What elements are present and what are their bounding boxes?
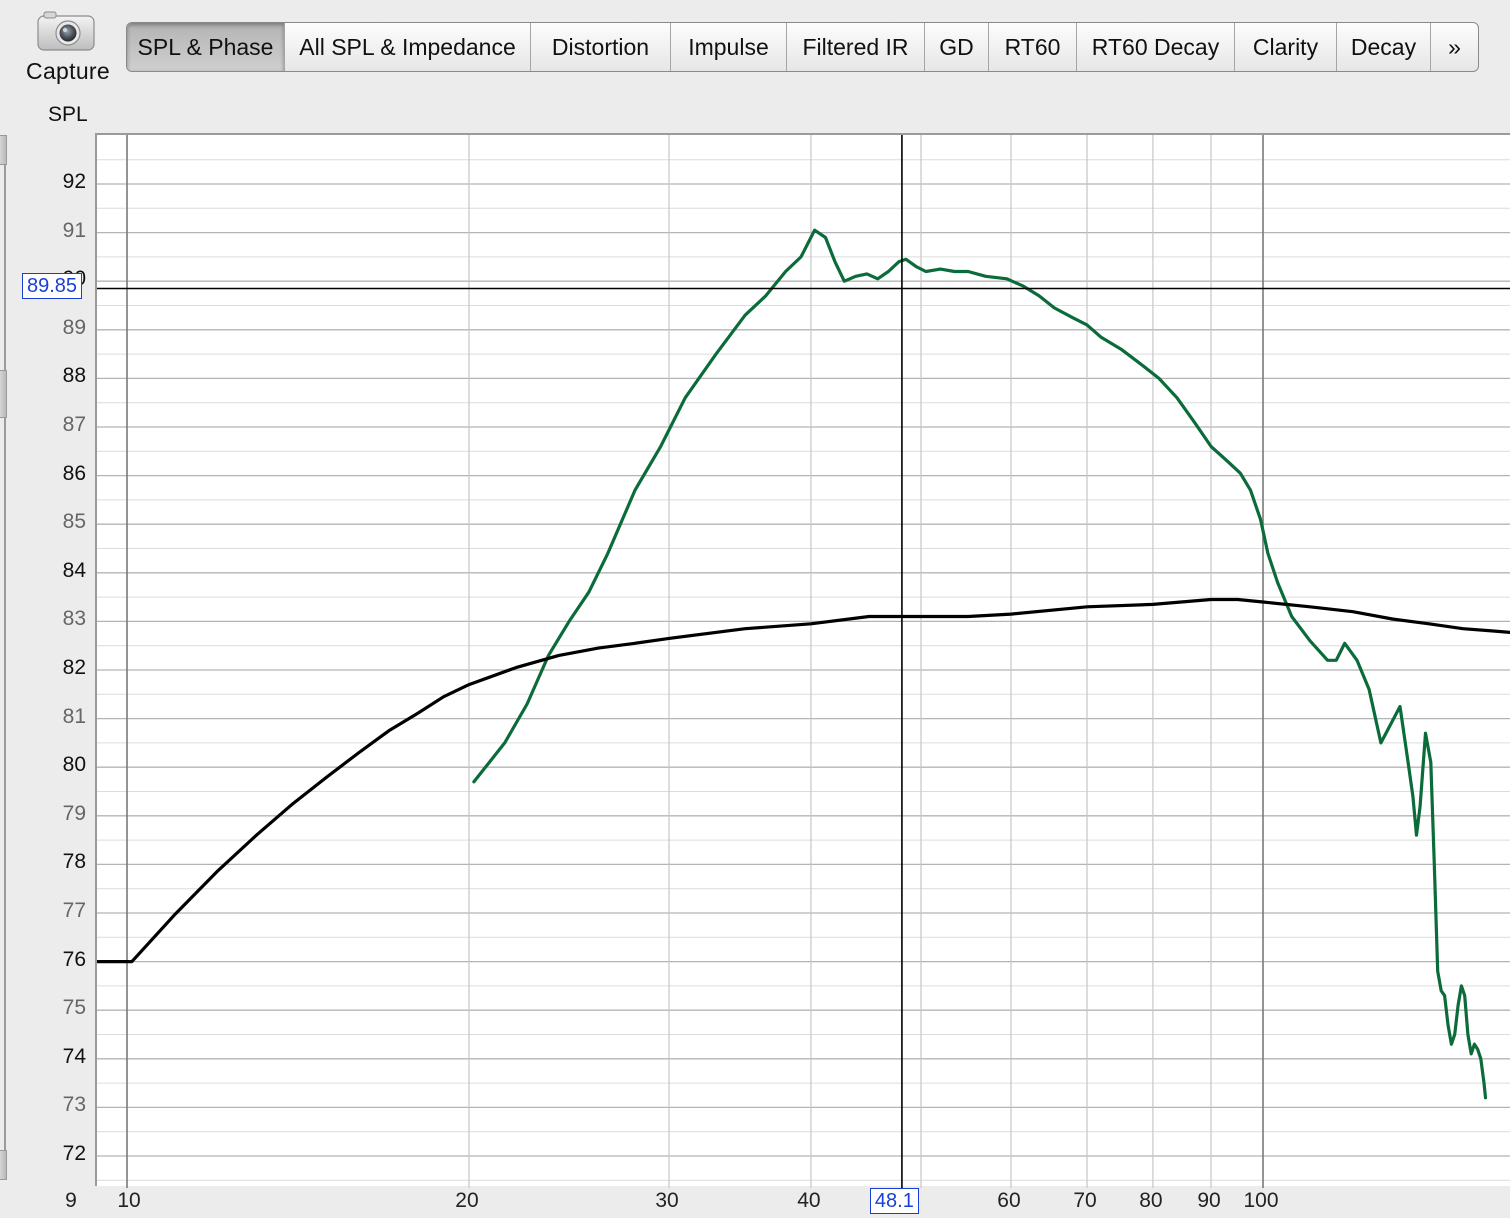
y-tick-label: 87 — [62, 413, 86, 436]
x-tick-label: 100 — [1243, 1189, 1279, 1212]
view-tab-bar: SPL & Phase All SPL & Impedance Distorti… — [126, 22, 1479, 72]
rew-window: Capture SPL & Phase All SPL & Impedance … — [0, 0, 1510, 1218]
y-tick-label: 88 — [62, 364, 86, 388]
measured-spl-trace — [472, 228, 1488, 1100]
spl-chart[interactable] — [97, 135, 1510, 1188]
y-tick-label: 92 — [62, 170, 86, 193]
y-tick-label: 75 — [62, 996, 86, 1020]
scroll-top-handle[interactable] — [0, 135, 7, 165]
x-tick-label: 40 — [797, 1189, 821, 1212]
capture-label: Capture — [26, 58, 110, 84]
x-tick-label: 10 — [117, 1189, 141, 1212]
tab-filtered-ir[interactable]: Filtered IR — [787, 23, 925, 71]
tab-all-spl-impedance[interactable]: All SPL & Impedance — [285, 23, 531, 71]
spl-graph-area[interactable] — [95, 133, 1510, 1188]
y-tick-label: 74 — [62, 1044, 86, 1068]
y-tick-label: 84 — [62, 558, 86, 582]
tab-gd[interactable]: GD — [925, 23, 989, 71]
x-tick-label: 90 — [1197, 1189, 1221, 1212]
tab-spl-phase[interactable]: SPL & Phase — [127, 23, 285, 71]
y-tick-label: 78 — [62, 850, 86, 874]
y-tick-label: 77 — [62, 899, 86, 922]
more-tabs-button[interactable]: » — [1431, 23, 1478, 71]
y-tick-label: 83 — [62, 607, 86, 631]
target-response-trace — [97, 597, 1510, 964]
y-tick-label: 73 — [62, 1093, 86, 1117]
cursor-spl-readout: 89.85 — [22, 273, 83, 300]
cursor-frequency-readout: 48.1 — [869, 1188, 919, 1214]
y-axis-label: SPL — [48, 103, 88, 126]
y-tick-label: 80 — [62, 753, 86, 777]
y-tick-label: 91 — [62, 218, 86, 242]
y-tick-label: 79 — [62, 801, 86, 825]
camera-icon — [37, 11, 95, 51]
y-tick-label: 76 — [62, 947, 86, 971]
x-tick-label: 20 — [455, 1189, 479, 1212]
x-tick-label: 9 — [65, 1189, 77, 1212]
y-tick-label: 89 — [62, 315, 86, 339]
tab-decay[interactable]: Decay — [1337, 23, 1431, 71]
x-tick-label: 80 — [1139, 1189, 1163, 1212]
y-tick-label: 86 — [62, 461, 86, 485]
tab-impulse[interactable]: Impulse — [671, 23, 787, 71]
y-tick-label: 85 — [62, 510, 86, 534]
x-tick-label: 60 — [997, 1189, 1021, 1212]
y-tick-label: 72 — [62, 1142, 86, 1165]
tab-rt60-decay[interactable]: RT60 Decay — [1077, 23, 1235, 71]
y-tick-label: 81 — [62, 704, 86, 728]
tab-clarity[interactable]: Clarity — [1235, 23, 1337, 71]
tab-distortion[interactable]: Distortion — [531, 23, 671, 71]
y-tick-label: 82 — [62, 656, 86, 679]
capture-button[interactable]: Capture — [20, 8, 116, 88]
x-tick-label: 30 — [655, 1189, 679, 1212]
tab-rt60[interactable]: RT60 — [989, 23, 1077, 71]
x-tick-label: 70 — [1073, 1189, 1097, 1212]
